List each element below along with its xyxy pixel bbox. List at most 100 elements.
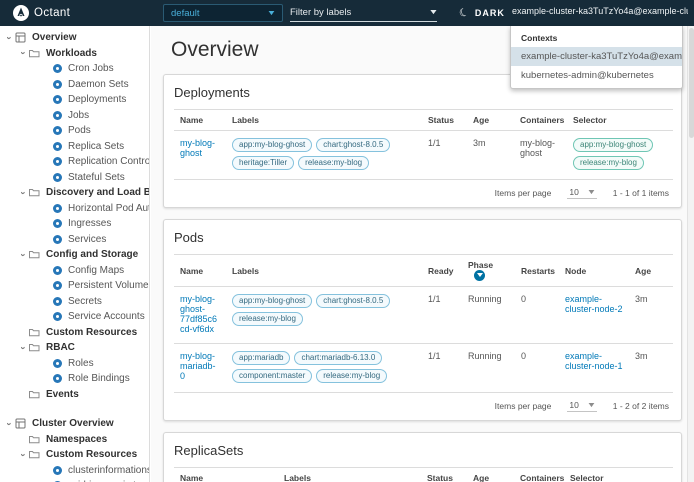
cell-text: Running [468, 294, 502, 304]
sidebar-item-rbac[interactable]: › RBAC [0, 340, 149, 356]
folder-icon [29, 390, 40, 398]
resource-link[interactable]: my-blog-mariadb-0 [180, 351, 216, 381]
label-badge[interactable]: app:my-blog-ghost [232, 294, 313, 308]
sidebar-item-namespaces[interactable]: ›Namespaces [0, 432, 149, 448]
contexts-dropdown: Contexts example-cluster-ka3TuTzYo4a@exa… [510, 26, 683, 89]
table-cell: app:my-blog-ghost chart:ghost-8.0.5 releas… [226, 286, 422, 344]
items-per-page-select[interactable]: 10 ▼ [567, 187, 597, 199]
context-option[interactable]: kubernetes-admin@kubernetes [511, 66, 682, 85]
sidebar-item-clusterinformations-crd-projec[interactable]: ›clusterinformations.crd.projec [0, 463, 149, 479]
resource-icon [53, 126, 62, 136]
sidebar-item-label: Overview [32, 32, 77, 44]
chevron-down-icon[interactable]: › [19, 187, 29, 198]
sidebar-item-cluster-overview[interactable]: › Cluster Overview [0, 416, 149, 432]
column-header-name: Name [174, 109, 226, 131]
table-cell: example-cluster-node-2 [559, 286, 629, 344]
sidebar-item-replica-sets[interactable]: ›Replica Sets [0, 139, 149, 155]
sidebar-item-service-accounts[interactable]: ›Service Accounts [0, 309, 149, 325]
column-header-labels: Labels [226, 109, 422, 131]
chevron-down-icon[interactable]: › [19, 249, 29, 260]
items-per-page-select[interactable]: 10 ▼ [567, 400, 597, 412]
cell-text: 1/1 [428, 138, 441, 148]
table-row: my-blog-mariadb-0 app:mariadb chart:mariad… [174, 343, 673, 393]
context-option[interactable]: example-cluster-ka3TuTzYo4a@example-clu.… [511, 47, 682, 66]
chevron-down-icon[interactable]: › [19, 449, 29, 460]
table-cell: my-blog-ghost [514, 130, 567, 180]
sidebar-item-horizontal-pod-autoscalers[interactable]: ›Horizontal Pod Autoscalers [0, 201, 149, 217]
filter-icon[interactable] [474, 270, 485, 281]
context-selector[interactable]: example-cluster-ka3TuTzYo4a@example-clus… [507, 6, 688, 16]
cell-text: 3m [635, 351, 648, 361]
sidebar-item-deployments[interactable]: ›Deployments [0, 92, 149, 108]
sidebar-item-config-and-storage[interactable]: › Config and Storage [0, 247, 149, 263]
resource-icon [53, 172, 62, 182]
table-cell: 1/1 [422, 286, 462, 344]
sidebar-item-persistent-volume-claims[interactable]: ›Persistent Volume Claims [0, 278, 149, 294]
resource-link[interactable]: example-cluster-node-2 [565, 294, 623, 314]
chevron-down-icon[interactable]: › [19, 342, 29, 353]
sidebar-item-label: Replication Controllers [68, 156, 150, 168]
resource-link[interactable]: my-blog-ghost-77df85c6cd-vf6dx [180, 294, 217, 334]
label-badge[interactable]: release:my-blog [316, 369, 388, 383]
sidebar-item-label: Ingresses [68, 218, 112, 230]
chevron-down-icon[interactable]: › [5, 32, 15, 43]
overview-icon [15, 418, 26, 429]
label-badge[interactable]: chart:mariadb-6.13.0 [294, 351, 383, 365]
sidebar-item-workloads[interactable]: › Workloads [0, 46, 149, 62]
sidebar-item-jobs[interactable]: ›Jobs [0, 108, 149, 124]
sidebar-item-label: RBAC [46, 342, 75, 354]
resource-icon [53, 157, 62, 167]
sidebar-item-csidrivers-csi-storage-k8s-io[interactable]: ›csidrivers.csi.storage.k8s.io [0, 478, 149, 482]
pagination-footer: Items per page 10 ▼ 1 - 1 of 1 items [174, 180, 671, 207]
table-cell: 3m [467, 130, 514, 180]
sidebar-item-replication-controllers[interactable]: ›Replication Controllers [0, 154, 149, 170]
sidebar-item-label: Roles [68, 357, 94, 369]
sidebar-item-cron-jobs[interactable]: ›Cron Jobs [0, 61, 149, 77]
chevron-down-icon[interactable]: › [5, 418, 15, 429]
label-badge[interactable]: app:mariadb [232, 351, 291, 365]
label-filter-input[interactable] [290, 6, 420, 18]
items-per-page-label: Items per page [494, 401, 552, 411]
chevron-down-icon[interactable]: › [19, 48, 29, 59]
sidebar-item-roles[interactable]: ›Roles [0, 356, 149, 372]
sidebar-item-config-maps[interactable]: ›Config Maps [0, 263, 149, 279]
resource-link[interactable]: example-cluster-node-1 [565, 351, 623, 371]
label-badge[interactable]: heritage:Tiller [232, 156, 295, 170]
resource-link[interactable]: my-blog-ghost [180, 138, 215, 158]
resource-icon [53, 64, 62, 74]
sidebar-item-events[interactable]: ›Events [0, 387, 149, 403]
pagination-range: 1 - 2 of 2 items [612, 401, 669, 411]
sidebar-item-overview[interactable]: › Overview [0, 30, 149, 46]
context-selector-label: example-cluster-ka3TuTzYo4a@example-clus… [512, 6, 688, 16]
selector-badge[interactable]: release:my-blog [573, 156, 644, 170]
selector-badge[interactable]: app:my-blog-ghost [573, 138, 654, 152]
sidebar-item-stateful-sets[interactable]: ›Stateful Sets [0, 170, 149, 186]
label-badge[interactable]: chart:ghost-8.0.5 [316, 138, 391, 152]
folder-icon [29, 451, 40, 459]
column-header-node: Node [559, 254, 629, 287]
sidebar-item-secrets[interactable]: ›Secrets [0, 294, 149, 310]
chevron-down-icon[interactable]: ▼ [428, 9, 438, 16]
sidebar-item-custom-resources[interactable]: ›Custom Resources [0, 325, 149, 341]
label-badge[interactable]: component:master [232, 369, 313, 383]
theme-toggle-button[interactable]: ☾ DARK [457, 5, 505, 20]
sidebar-item-custom-resources[interactable]: ›Custom Resources [0, 447, 149, 463]
sidebar-item-services[interactable]: ›Services [0, 232, 149, 248]
sidebar-item-ingresses[interactable]: ›Ingresses [0, 216, 149, 232]
column-header-restarts: Restarts [515, 254, 559, 287]
scrollbar-thumb[interactable] [689, 28, 694, 138]
cell-text: my-blog-ghost [520, 138, 556, 158]
label-badge[interactable]: release:my-blog [298, 156, 370, 170]
table-cell: 3m [629, 286, 673, 344]
label-badge[interactable]: app:my-blog-ghost [232, 138, 313, 152]
resource-icon [53, 358, 62, 368]
sidebar-item-role-bindings[interactable]: ›Role Bindings [0, 371, 149, 387]
sidebar-item-discovery-and-load-balancing[interactable]: › Discovery and Load Balancing [0, 185, 150, 201]
sidebar-item-pods[interactable]: ›Pods [0, 123, 149, 139]
scrollbar[interactable] [687, 26, 694, 482]
label-badge[interactable]: release:my-blog [232, 312, 303, 326]
label-badge[interactable]: chart:ghost-8.0.5 [316, 294, 391, 308]
namespace-select[interactable]: default ▼ [163, 4, 283, 22]
table-cell: my-blog-ghost-77df85c6cd-vf6dx [174, 286, 226, 344]
sidebar-item-daemon-sets[interactable]: ›Daemon Sets [0, 77, 149, 93]
